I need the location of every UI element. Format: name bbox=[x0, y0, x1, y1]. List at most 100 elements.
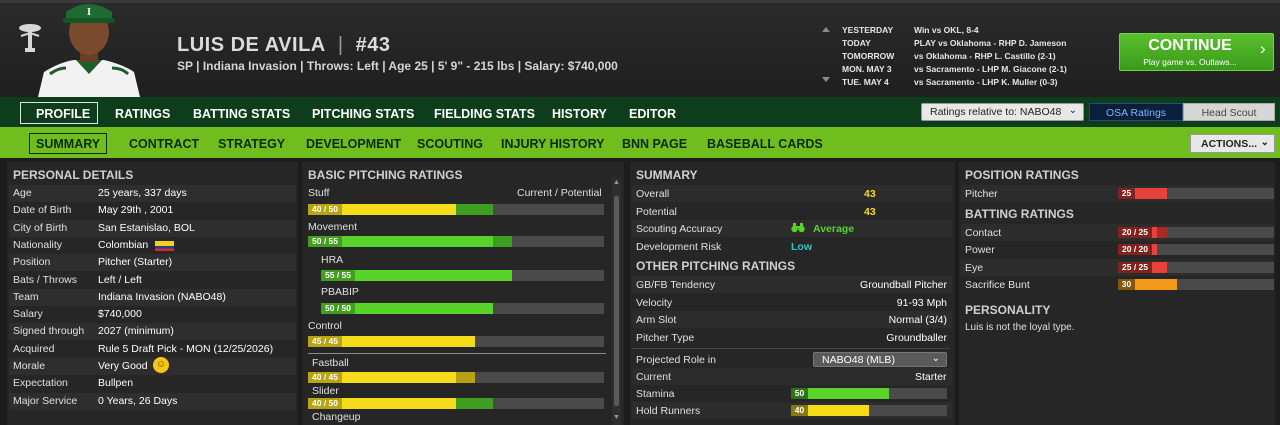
scrollbar-thumb[interactable] bbox=[614, 196, 619, 406]
overall-label: Overall bbox=[636, 188, 670, 200]
rating-label: Control bbox=[308, 320, 342, 332]
batting-rating-label: Sacrifice Bunt bbox=[965, 278, 1030, 291]
rating-value: 45 / 45 bbox=[308, 336, 342, 347]
development-risk-label: Development Risk bbox=[636, 241, 722, 253]
overall-value: 43 bbox=[864, 188, 876, 200]
detail-label: Date of Birth bbox=[13, 204, 72, 217]
subtab-summary[interactable]: SUMMARY bbox=[36, 137, 100, 151]
subtab-injury-history[interactable]: INJURY HISTORY bbox=[501, 137, 605, 151]
rating-value: 50 / 50 bbox=[321, 303, 355, 314]
tab-editor[interactable]: EDITOR bbox=[629, 107, 676, 121]
section-title: POSITION RATINGS bbox=[965, 168, 1079, 182]
detail-value: 2027 (minimum) bbox=[98, 325, 174, 338]
potential-value: 43 bbox=[864, 206, 876, 218]
divider bbox=[308, 353, 606, 354]
other-rating-value: 91-93 Mph bbox=[896, 296, 947, 309]
subtab-baseball-cards[interactable]: BASEBALL CARDS bbox=[707, 137, 823, 151]
rating-bar: 40 / 50 bbox=[308, 204, 604, 215]
schedule-up-icon[interactable] bbox=[822, 27, 830, 32]
smiley-icon: ☺ bbox=[153, 357, 169, 373]
actions-dropdown[interactable]: ACTIONS... ⌄ bbox=[1190, 134, 1275, 153]
rating-label: Movement bbox=[308, 221, 358, 233]
detail-label: Team bbox=[13, 290, 39, 303]
subtab-development[interactable]: DEVELOPMENT bbox=[306, 137, 401, 151]
binoculars-icon bbox=[791, 223, 805, 233]
continue-button[interactable]: CONTINUE Play game vs. Outlaws... › bbox=[1119, 33, 1274, 71]
potential-label: Potential bbox=[636, 206, 677, 218]
detail-value: 25 years, 337 days bbox=[98, 187, 187, 199]
rating-label: Changeup bbox=[312, 411, 361, 423]
detail-label: Acquired bbox=[13, 342, 55, 355]
detail-label: Nationality bbox=[13, 238, 63, 251]
continue-sublabel: Play game vs. Outlaws... bbox=[1143, 57, 1237, 67]
pitching-scrollbar[interactable]: ▲ ▼ bbox=[612, 178, 621, 425]
batting-rating-label: Contact bbox=[965, 227, 1002, 239]
projected-role-select[interactable]: NABO48 (MLB) ⌄ bbox=[813, 352, 947, 367]
rating-label: Slider bbox=[312, 385, 339, 397]
schedule-down-icon[interactable] bbox=[822, 77, 830, 82]
current-potential-header: Current / Potential bbox=[517, 187, 602, 199]
rating-value: 40 / 45 bbox=[308, 372, 342, 383]
schedule-label: MON. MAY 3 bbox=[842, 64, 892, 74]
detail-value: $740,000 bbox=[98, 308, 142, 321]
rating-value: 20 / 20 bbox=[1118, 244, 1152, 256]
tab-profile[interactable]: PROFILE bbox=[36, 107, 90, 121]
tab-history[interactable]: HISTORY bbox=[552, 107, 607, 121]
batting-rating-bar: 25 / 25 bbox=[1118, 261, 1274, 273]
other-rating-label: Pitcher Type bbox=[636, 331, 695, 344]
osa-ratings-button[interactable]: OSA Ratings bbox=[1089, 103, 1183, 121]
rating-bar: 50 / 50 bbox=[321, 303, 604, 314]
scroll-up-icon[interactable]: ▲ bbox=[613, 179, 620, 186]
stamina-bar: 50 bbox=[791, 388, 947, 399]
other-rating-value: Groundballer bbox=[886, 331, 947, 344]
player-number: #43 bbox=[355, 34, 391, 56]
projected-role-value: NABO48 (MLB) bbox=[822, 354, 895, 366]
detail-label: Expectation bbox=[13, 377, 68, 390]
player-name-number: LUIS DE AVILA | #43 bbox=[177, 34, 391, 56]
schedule-value[interactable]: vs Sacramento - LHP M. Giacone (2-1) bbox=[914, 64, 1067, 74]
tab-ratings[interactable]: RATINGS bbox=[115, 107, 170, 121]
rating-bar: 40 / 50 bbox=[308, 398, 604, 409]
row-bg bbox=[632, 185, 952, 202]
section-title: OTHER PITCHING RATINGS bbox=[636, 259, 796, 273]
detail-label: Position bbox=[13, 256, 51, 269]
subtab-strategy[interactable]: STRATEGY bbox=[218, 137, 285, 151]
schedule-label: YESTERDAY bbox=[842, 25, 894, 35]
subtab-contract[interactable]: CONTRACT bbox=[129, 137, 199, 151]
actions-label: ACTIONS... bbox=[1201, 138, 1258, 150]
subtab-scouting[interactable]: SCOUTING bbox=[417, 137, 483, 151]
other-rating-label: GB/FB Tendency bbox=[636, 279, 716, 291]
schedule-value[interactable]: PLAY vs Oklahoma - RHP D. Jameson bbox=[914, 38, 1066, 48]
svg-text:I: I bbox=[87, 6, 91, 18]
rating-value: 25 / 25 bbox=[1118, 261, 1152, 273]
schedule-label: TODAY bbox=[842, 38, 871, 48]
stamina-label: Stamina bbox=[636, 388, 675, 400]
detail-value: Bullpen bbox=[98, 377, 134, 390]
chevron-down-icon: ⌄ bbox=[1068, 105, 1077, 116]
tab-pitching-stats[interactable]: PITCHING STATS bbox=[312, 107, 414, 121]
detail-value: Pitcher (Starter) bbox=[98, 256, 173, 269]
schedule-value[interactable]: vs Oklahoma - RHP L. Castillo (2-1) bbox=[914, 51, 1056, 61]
chevron-down-icon: ⌄ bbox=[931, 353, 940, 364]
detail-value: May 29th , 2001 bbox=[98, 204, 174, 217]
batting-rating-bar: 30 bbox=[1118, 278, 1274, 290]
ratings-relative-select[interactable]: Ratings relative to: NABO48 ⌄ bbox=[921, 103, 1084, 121]
player-portrait: I bbox=[38, 4, 140, 97]
subtab-bnn-page[interactable]: BNN PAGE bbox=[622, 137, 687, 151]
tab-batting-stats[interactable]: BATTING STATS bbox=[193, 107, 290, 121]
detail-label: Major Service bbox=[13, 394, 78, 407]
current-role-label: Current bbox=[636, 371, 672, 383]
detail-label: City of Birth bbox=[13, 221, 68, 234]
head-scout-button[interactable]: Head Scout bbox=[1183, 103, 1275, 121]
other-rating-value: Normal (3/4) bbox=[888, 314, 947, 326]
scroll-down-icon[interactable]: ▼ bbox=[613, 414, 620, 421]
schedule-label: TUE. MAY 4 bbox=[842, 77, 889, 87]
hold-runners-label: Hold Runners bbox=[636, 405, 701, 417]
tab-fielding-stats[interactable]: FIELDING STATS bbox=[434, 107, 535, 121]
batting-rating-bar: 20 / 25 bbox=[1118, 227, 1274, 238]
schedule-value[interactable]: vs Sacramento - LHP K. Muller (0-3) bbox=[914, 77, 1057, 87]
detail-value: Rule 5 Draft Pick - MON (12/25/2026) bbox=[98, 342, 274, 355]
rating-label: HRA bbox=[321, 254, 344, 266]
batting-rating-bar: 20 / 20 bbox=[1118, 244, 1274, 256]
continue-label: CONTINUE bbox=[1148, 37, 1232, 54]
